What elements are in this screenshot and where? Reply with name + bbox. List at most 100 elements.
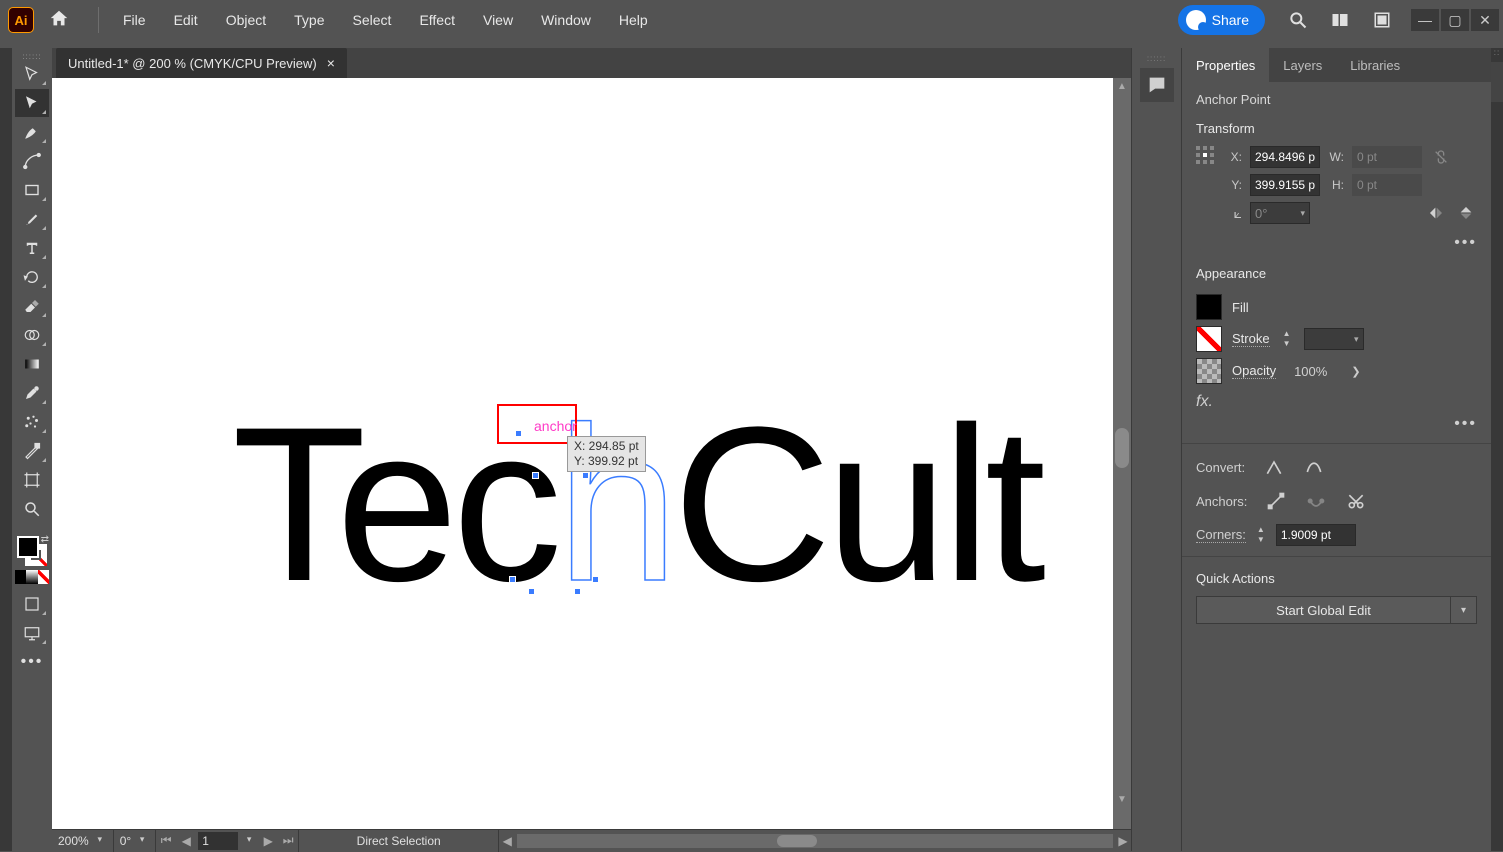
search-icon[interactable]	[1287, 9, 1309, 31]
global-edit-dropdown-icon[interactable]: ▾	[1451, 596, 1477, 624]
right-strip-grip[interactable]: ::::::	[1147, 54, 1166, 64]
menu-edit[interactable]: Edit	[160, 0, 212, 40]
opacity-label[interactable]: Opacity	[1232, 363, 1276, 379]
comments-panel-icon[interactable]	[1140, 68, 1174, 102]
document-tab-close-icon[interactable]: ×	[327, 55, 335, 71]
window-maximize-button[interactable]: ▢	[1441, 9, 1469, 31]
gradient-tool[interactable]	[15, 350, 49, 378]
canvas-text-techcult[interactable]: TechCult	[232, 378, 1040, 631]
vertical-scrollbar[interactable]: ▲ ▼	[1113, 78, 1131, 809]
workspace-switcher-icon[interactable]	[1371, 9, 1393, 31]
menu-effect[interactable]: Effect	[405, 0, 469, 40]
rectangle-tool[interactable]	[15, 176, 49, 204]
anchor-point[interactable]	[592, 576, 599, 583]
tab-properties[interactable]: Properties	[1182, 48, 1269, 82]
fill-swatch-button[interactable]	[1196, 294, 1222, 320]
color-mode-row[interactable]	[15, 570, 49, 584]
color-mode-gradient[interactable]	[26, 570, 37, 584]
rotation-control[interactable]: 0° ▾	[114, 830, 156, 852]
artboard-dropdown-icon[interactable]: ▾	[242, 834, 256, 848]
cut-path-icon[interactable]	[1345, 490, 1367, 512]
tools-panel-grip[interactable]: ::::::	[18, 52, 46, 60]
scroll-up-icon[interactable]: ▲	[1115, 80, 1129, 94]
artboard-tool[interactable]	[15, 466, 49, 494]
artboard-last-icon[interactable]: ⏭	[280, 833, 296, 848]
flip-vertical-icon[interactable]	[1455, 202, 1477, 224]
stroke-label[interactable]: Stroke	[1232, 331, 1270, 347]
corners-input[interactable]	[1276, 524, 1356, 546]
edit-toolbar-button[interactable]: •••	[15, 648, 49, 676]
anchor-point[interactable]	[528, 588, 535, 595]
slice-tool[interactable]	[15, 437, 49, 465]
stroke-swatch-button[interactable]	[1196, 326, 1222, 352]
hscroll-left-icon[interactable]: ◀	[499, 834, 515, 848]
rotate-tool[interactable]	[15, 263, 49, 291]
menu-view[interactable]: View	[469, 0, 527, 40]
horizontal-scrollbar[interactable]	[517, 834, 1113, 848]
collapsed-panel-handle[interactable]	[1491, 62, 1503, 102]
arrange-documents-icon[interactable]	[1329, 9, 1351, 31]
artboard-prev-icon[interactable]: ◀	[178, 834, 194, 848]
y-input[interactable]	[1250, 174, 1320, 196]
stroke-weight-dropdown[interactable]: ▾	[1304, 328, 1364, 350]
pen-tool[interactable]	[15, 118, 49, 146]
flip-horizontal-icon[interactable]	[1425, 202, 1447, 224]
curvature-tool[interactable]	[15, 147, 49, 175]
remove-anchor-icon[interactable]	[1265, 490, 1287, 512]
zoom-tool[interactable]	[15, 495, 49, 523]
x-input[interactable]	[1250, 146, 1320, 168]
tab-layers[interactable]: Layers	[1269, 48, 1336, 82]
far-right-grip[interactable]: ::	[1491, 48, 1503, 58]
tab-libraries[interactable]: Libraries	[1336, 48, 1414, 82]
opacity-swatch-button[interactable]	[1196, 358, 1222, 384]
artboard-number-input[interactable]	[198, 832, 238, 850]
menu-file[interactable]: File	[109, 0, 160, 40]
type-tool[interactable]	[15, 234, 49, 262]
anchor-point[interactable]	[582, 472, 589, 479]
artboard-first-icon[interactable]: ⏮	[158, 833, 174, 848]
vertical-scroll-thumb[interactable]	[1115, 428, 1129, 468]
menu-type[interactable]: Type	[280, 0, 338, 40]
anchor-point[interactable]	[574, 588, 581, 595]
rotation-dropdown-icon[interactable]: ▾	[135, 834, 149, 848]
horizontal-scroll-thumb[interactable]	[777, 835, 817, 847]
fill-stroke-swatches[interactable]: ⇄	[15, 534, 49, 568]
start-global-edit-button[interactable]: Start Global Edit	[1196, 596, 1451, 624]
color-mode-solid[interactable]	[15, 570, 26, 584]
home-icon[interactable]	[48, 8, 72, 32]
menu-object[interactable]: Object	[212, 0, 280, 40]
corners-label[interactable]: Corners:	[1196, 527, 1246, 543]
window-minimize-button[interactable]: —	[1411, 9, 1439, 31]
corners-stepper[interactable]: ▲▼	[1254, 525, 1268, 545]
zoom-dropdown-icon[interactable]: ▾	[93, 834, 107, 848]
constrain-proportions-icon[interactable]	[1430, 146, 1452, 168]
eyedropper-tool[interactable]	[15, 379, 49, 407]
fx-button[interactable]: fx.	[1196, 393, 1477, 411]
menu-help[interactable]: Help	[605, 0, 662, 40]
artboard-canvas[interactable]: TechCult anchor X: 294.85 pt Y: 399.92 p…	[52, 78, 1113, 829]
eraser-tool[interactable]	[15, 292, 49, 320]
menu-select[interactable]: Select	[339, 0, 406, 40]
color-mode-none[interactable]	[38, 570, 49, 584]
artboard-next-icon[interactable]: ▶	[260, 834, 276, 848]
scroll-down-icon[interactable]: ▼	[1115, 793, 1129, 807]
transform-more-icon[interactable]: •••	[1196, 234, 1477, 252]
direct-selection-tool[interactable]	[15, 89, 49, 117]
hscroll-right-icon[interactable]: ▶	[1115, 834, 1131, 848]
selection-tool[interactable]	[15, 60, 49, 88]
symbol-sprayer-tool[interactable]	[15, 408, 49, 436]
shape-builder-tool[interactable]	[15, 321, 49, 349]
anchor-point[interactable]	[532, 472, 539, 479]
canvas-viewport[interactable]: TechCult anchor X: 294.85 pt Y: 399.92 p…	[52, 78, 1131, 829]
current-tool-display[interactable]: Direct Selection	[299, 830, 499, 852]
stroke-weight-stepper[interactable]: ▲▼	[1280, 329, 1294, 349]
window-close-button[interactable]: ✕	[1471, 9, 1499, 31]
document-tab[interactable]: Untitled-1* @ 200 % (CMYK/CPU Preview) ×	[56, 48, 347, 78]
convert-smooth-icon[interactable]	[1303, 456, 1325, 478]
draw-mode-normal[interactable]	[15, 590, 49, 618]
convert-corner-icon[interactable]	[1263, 456, 1285, 478]
appearance-more-icon[interactable]: •••	[1196, 415, 1477, 433]
opacity-expand-icon[interactable]: ❯	[1351, 365, 1360, 378]
menu-window[interactable]: Window	[527, 0, 605, 40]
anchor-point[interactable]	[509, 576, 516, 583]
